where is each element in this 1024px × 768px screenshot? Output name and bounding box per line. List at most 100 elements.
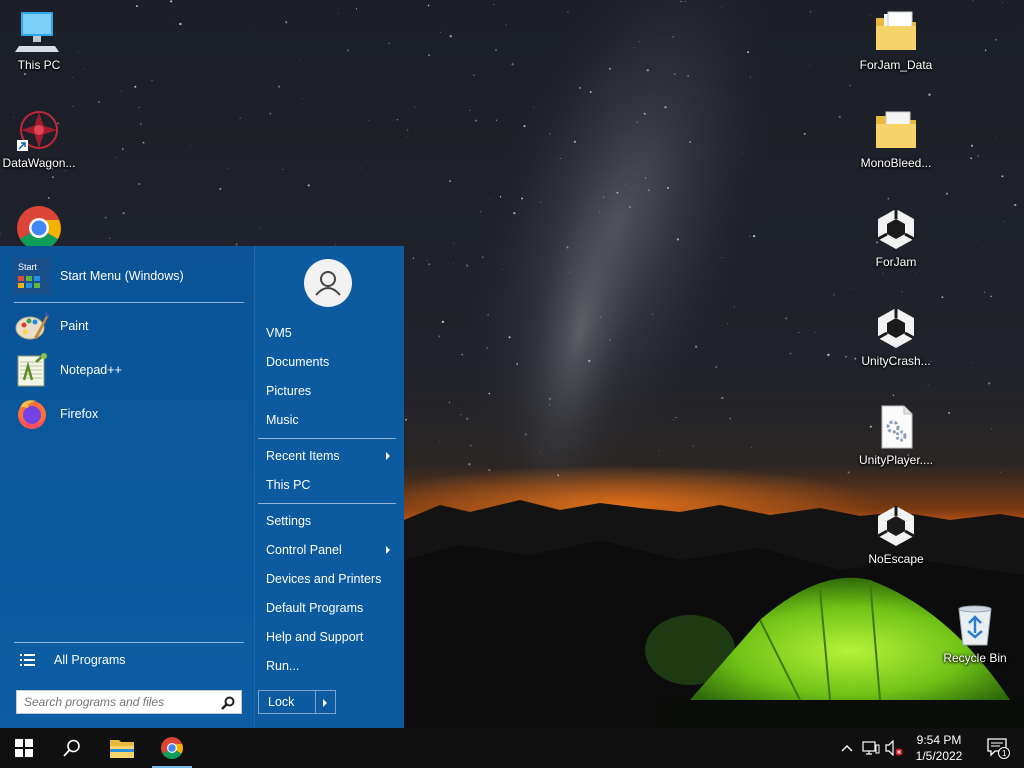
star [549, 133, 551, 135]
places-item-this-pc[interactable]: This PC [258, 472, 396, 498]
program-firefox[interactable]: Firefox [14, 394, 244, 434]
places-item-settings[interactable]: Settings [258, 508, 396, 534]
star [338, 12, 339, 14]
places-item-run[interactable]: Run... [258, 653, 396, 679]
star [849, 84, 851, 87]
star [170, 0, 173, 3]
star [599, 316, 602, 318]
places-item-vm5[interactable]: VM5 [258, 320, 396, 346]
places-item-devices-and-printers[interactable]: Devices and Printers [258, 566, 396, 592]
start-button[interactable] [0, 728, 48, 768]
star [521, 197, 524, 200]
star [1014, 203, 1017, 207]
star [646, 69, 649, 72]
star [493, 4, 495, 5]
start-menu: Start Start Menu (Windows) Paint Notepad… [0, 246, 404, 728]
show-hidden-icons-button[interactable] [838, 728, 856, 768]
star [278, 85, 281, 88]
all-programs-button[interactable]: All Programs [14, 648, 244, 672]
star [449, 35, 452, 38]
star [557, 474, 560, 477]
program-start-menu-windows[interactable]: Start Start Menu (Windows) [14, 256, 244, 296]
star [814, 332, 816, 333]
program-label: Paint [60, 319, 89, 333]
places-separator [258, 503, 396, 504]
desktop-icon-forjam[interactable]: ForJam [857, 205, 935, 269]
start-search-input[interactable] [17, 691, 217, 713]
star [479, 210, 482, 213]
action-center-button[interactable]: 1 [978, 728, 1018, 768]
start-search-box[interactable] [16, 690, 242, 714]
unity-icon [877, 506, 915, 546]
star [559, 158, 561, 160]
unity-icon [877, 209, 915, 249]
taskbar-file-explorer[interactable] [98, 728, 146, 768]
star [104, 216, 107, 219]
lock-button[interactable]: Lock [258, 690, 316, 714]
star [995, 136, 997, 138]
firefox-icon [18, 400, 46, 429]
star [569, 271, 571, 273]
places-item-help-and-support[interactable]: Help and Support [258, 624, 396, 650]
star [412, 257, 415, 259]
star [1001, 175, 1004, 178]
star [567, 11, 569, 13]
places-item-label: Control Panel [266, 543, 342, 557]
desktop-icon-datawagon[interactable]: DataWagon... [0, 106, 78, 170]
star [359, 167, 361, 169]
desktop-icon-monobleed[interactable]: MonoBleed... [857, 106, 935, 170]
star [47, 196, 50, 199]
volume-tray-icon[interactable] [884, 728, 904, 768]
star [299, 58, 301, 60]
star [466, 417, 469, 420]
star [396, 119, 398, 121]
places-item-documents[interactable]: Documents [258, 349, 396, 375]
star [475, 119, 478, 122]
star [439, 441, 441, 443]
desktop-icon-noescape[interactable]: NoEscape [857, 502, 935, 566]
star [752, 234, 756, 238]
user-avatar[interactable] [304, 259, 352, 307]
star [850, 288, 852, 289]
list-icon [20, 654, 35, 666]
star [285, 21, 288, 24]
desktop-icon-this-pc[interactable]: This PC [0, 8, 78, 72]
star [599, 211, 601, 213]
desktop-icon-label: NoEscape [868, 552, 924, 566]
dll-file-icon [881, 405, 913, 449]
places-item-pictures[interactable]: Pictures [258, 378, 396, 404]
places-item-music[interactable]: Music [258, 407, 396, 433]
taskbar-search-button[interactable] [48, 728, 96, 768]
places-item-recent-items[interactable]: Recent Items [258, 443, 396, 469]
program-notepadpp[interactable]: Notepad++ [14, 350, 244, 390]
places-item-default-programs[interactable]: Default Programs [258, 595, 396, 621]
desktop-icon-unityplayer[interactable]: UnityPlayer.... [857, 403, 935, 467]
star [533, 106, 535, 108]
star [566, 246, 569, 249]
desktop-icon-unitycrash[interactable]: UnityCrash... [857, 304, 935, 368]
shutdown-options-button[interactable] [316, 690, 336, 714]
star [573, 140, 576, 143]
paint-icon [15, 312, 49, 340]
star [487, 314, 489, 316]
star [65, 170, 67, 172]
places-item-control-panel[interactable]: Control Panel [258, 537, 396, 563]
star [608, 339, 611, 341]
program-paint[interactable]: Paint [14, 306, 244, 346]
star [438, 335, 441, 338]
desktop-icon-forjam-data[interactable]: ForJam_Data [857, 8, 935, 72]
star [803, 133, 806, 135]
notification-icon: 1 [987, 738, 1010, 759]
star [838, 115, 841, 118]
search-icon[interactable] [221, 696, 235, 710]
taskbar-clock[interactable]: 9:54 PM 1/5/2022 [906, 728, 972, 768]
star [721, 396, 724, 400]
taskbar-chrome[interactable] [148, 728, 196, 768]
places-separator [258, 438, 396, 439]
star [138, 182, 141, 186]
star [540, 452, 542, 454]
star [645, 177, 647, 179]
desktop-icon-recycle-bin[interactable]: Recycle Bin [936, 601, 1014, 665]
star [466, 264, 469, 267]
network-tray-icon[interactable] [860, 728, 882, 768]
